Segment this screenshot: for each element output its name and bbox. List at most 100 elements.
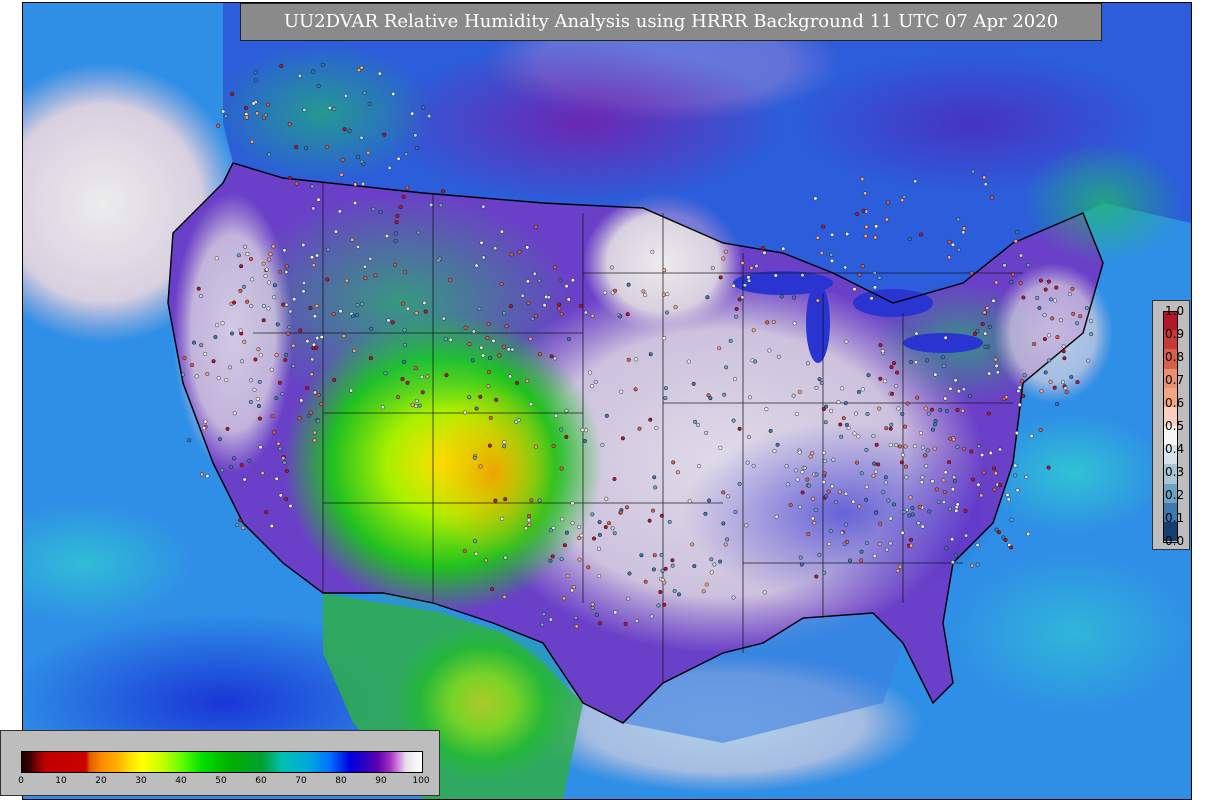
station-marker — [530, 316, 535, 321]
humidity-colorbar-tick: 10 — [55, 776, 67, 786]
station-marker — [973, 332, 978, 337]
station-marker — [920, 524, 925, 529]
station-marker — [883, 475, 888, 480]
station-marker — [884, 217, 889, 222]
station-marker — [814, 472, 819, 477]
station-marker — [311, 69, 316, 74]
station-marker — [239, 463, 244, 468]
station-marker — [920, 445, 925, 450]
station-marker — [240, 525, 245, 530]
station-marker — [481, 255, 486, 260]
station-marker — [310, 184, 315, 189]
station-marker — [308, 306, 313, 311]
station-marker — [806, 361, 811, 366]
station-marker — [314, 345, 319, 350]
station-marker — [919, 480, 924, 485]
station-marker — [828, 529, 833, 534]
station-marker — [672, 588, 677, 593]
station-marker — [504, 324, 509, 329]
station-marker — [993, 357, 998, 362]
station-marker — [873, 285, 878, 290]
station-marker — [281, 302, 286, 307]
station-marker — [963, 508, 968, 513]
station-marker — [211, 359, 216, 364]
station-marker — [1061, 344, 1066, 349]
station-marker — [517, 250, 522, 255]
station-marker — [502, 440, 507, 445]
station-marker — [1070, 286, 1075, 291]
station-marker — [371, 207, 376, 212]
station-marker — [662, 336, 667, 341]
station-marker — [619, 389, 624, 394]
station-marker — [261, 115, 266, 120]
station-marker — [843, 265, 848, 270]
station-marker — [191, 340, 196, 345]
station-marker — [751, 328, 756, 333]
station-marker — [242, 244, 247, 249]
station-marker — [889, 422, 894, 427]
station-marker — [277, 380, 282, 385]
station-marker — [993, 471, 998, 476]
station-marker — [276, 441, 281, 446]
station-marker — [788, 503, 793, 508]
station-marker — [723, 542, 728, 547]
station-marker — [481, 204, 486, 209]
station-marker — [275, 322, 280, 327]
station-marker — [478, 394, 483, 399]
station-marker — [947, 239, 952, 244]
station-marker — [1047, 333, 1052, 338]
station-marker — [878, 376, 883, 381]
station-marker — [425, 374, 430, 379]
station-marker — [347, 128, 352, 133]
station-marker — [214, 256, 219, 261]
station-marker — [888, 426, 893, 431]
station-marker — [651, 567, 656, 572]
station-marker — [823, 459, 828, 464]
station-marker — [391, 91, 396, 96]
humidity-map[interactable] — [22, 2, 1192, 800]
station-marker — [533, 313, 538, 318]
station-marker — [264, 510, 269, 515]
station-marker — [277, 269, 282, 274]
station-marker — [975, 562, 980, 567]
station-marker — [948, 436, 953, 441]
station-marker — [1043, 287, 1048, 292]
station-marker — [1019, 253, 1024, 258]
station-marker — [805, 477, 810, 482]
station-marker — [612, 477, 617, 482]
station-marker — [1048, 379, 1053, 384]
station-marker — [656, 603, 661, 608]
station-marker — [533, 224, 538, 229]
station-marker — [467, 342, 472, 347]
station-marker — [253, 78, 258, 83]
station-marker — [1024, 475, 1029, 480]
station-marker — [520, 293, 525, 298]
station-marker — [559, 427, 564, 432]
station-marker — [525, 379, 530, 384]
station-marker — [933, 422, 938, 427]
station-marker — [499, 282, 504, 287]
station-marker — [282, 248, 287, 253]
station-marker — [874, 442, 879, 447]
station-marker — [355, 313, 360, 318]
station-marker — [654, 426, 659, 431]
station-marker — [1047, 358, 1052, 363]
station-marker — [930, 407, 935, 412]
station-marker — [382, 132, 387, 137]
station-marker — [639, 553, 644, 558]
station-marker — [238, 518, 243, 523]
station-marker — [564, 530, 569, 535]
station-marker — [687, 499, 692, 504]
station-marker — [812, 521, 817, 526]
station-marker — [540, 622, 545, 627]
station-marker — [830, 232, 835, 237]
station-marker — [577, 536, 582, 541]
station-marker — [1071, 311, 1076, 316]
observation-legend-tick: 0.3 — [1165, 465, 1185, 479]
station-marker — [975, 543, 980, 548]
station-marker — [537, 278, 542, 283]
station-marker — [590, 605, 595, 610]
station-marker — [400, 377, 405, 382]
station-marker — [414, 398, 419, 403]
station-marker — [393, 231, 398, 236]
